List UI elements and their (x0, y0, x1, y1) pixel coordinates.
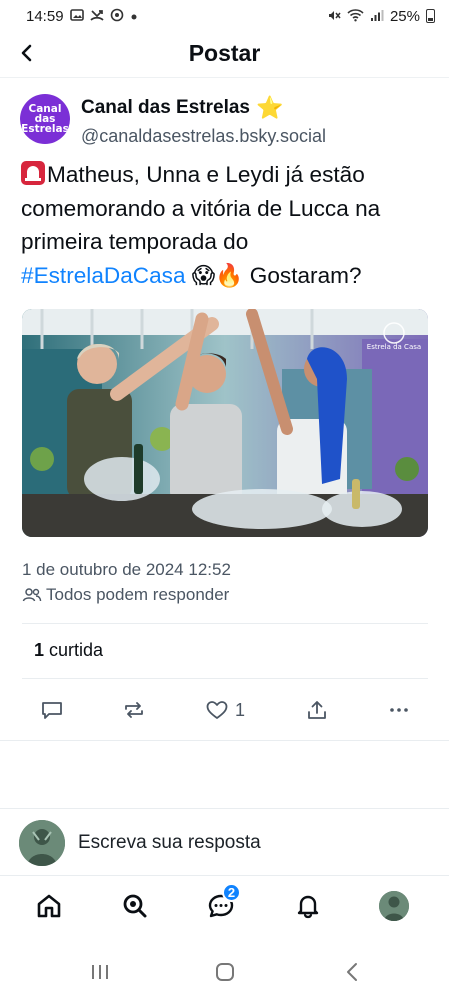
image-watermark: Estrela da Casa (367, 343, 421, 351)
more-button[interactable] (387, 695, 411, 725)
reply-setting-label: Todos podem responder (46, 585, 230, 604)
author-avatar[interactable]: Canal das Estrelas (20, 94, 70, 144)
celebration-photo: Estrela da Casa (22, 309, 428, 537)
post-actions: 1 (0, 695, 449, 725)
home-system-button[interactable] (210, 959, 240, 985)
divider (22, 678, 428, 679)
signal-icon (370, 9, 384, 24)
wifi-icon (347, 8, 364, 24)
nav-search[interactable] (115, 886, 155, 926)
like-count: 1 (235, 699, 246, 720)
back-system-icon (347, 963, 357, 981)
user-avatar (19, 820, 65, 866)
nav-chat[interactable]: 2 (201, 883, 241, 926)
status-bar-left: 14:59 (26, 8, 138, 25)
missed-call-icon (89, 8, 104, 24)
more-icon (390, 708, 408, 712)
reply-input[interactable]: Escreva sua resposta (78, 832, 261, 854)
likes-count[interactable]: 1 curtida (34, 640, 103, 661)
avatar-logo-text-1: Canal das (28, 103, 62, 125)
status-time: 14:59 (26, 7, 64, 25)
post-text-end: Gostaram? (249, 262, 362, 288)
hashtag-link[interactable]: #EstrelaDaCasa (21, 263, 186, 288)
recents-icon (92, 965, 108, 979)
reply-icon (42, 702, 62, 719)
recents-button[interactable] (85, 959, 115, 985)
author-handle[interactable]: @canaldasestrelas.bsky.social (81, 126, 326, 147)
search-icon (123, 894, 147, 918)
battery-percent: 25% (389, 7, 420, 25)
home-icon (37, 894, 61, 918)
vpn-icon (110, 8, 124, 24)
post-text-main: Matheus, Unna e Leydi já estão comemoran… (21, 162, 381, 254)
chat-badge: 2 (222, 883, 241, 902)
gallery-icon (69, 8, 84, 24)
status-bar: 14:59 25% (0, 0, 449, 32)
post-date: 1 de outubro de 2024 12:52 (22, 560, 231, 579)
likes-number: 1 (34, 640, 45, 660)
status-bar-right: 25% (326, 8, 435, 25)
author-name-text: Canal das Estrelas (81, 97, 250, 118)
dot-icon (130, 10, 138, 23)
repost-icon (125, 702, 143, 718)
post-emojis: 😱🔥 (191, 262, 244, 289)
top-header: Postar (0, 32, 449, 78)
author-name[interactable]: Canal das Estrelas ⭐ (81, 97, 283, 119)
divider (22, 623, 428, 624)
nav-home[interactable] (29, 886, 69, 926)
post-text: Matheus, Unna e Leydi já estão comemoran… (21, 158, 436, 293)
bottom-navigation: 2 (0, 876, 449, 938)
divider (0, 740, 449, 741)
mute-icon (326, 8, 341, 25)
system-navigation (0, 945, 449, 1000)
people-icon (22, 588, 42, 602)
home-system-icon (216, 963, 234, 981)
nav-profile[interactable] (374, 886, 414, 926)
bell-icon (297, 895, 319, 919)
share-icon (308, 701, 326, 719)
nav-notifications[interactable] (288, 886, 328, 926)
battery-icon (426, 9, 435, 23)
star-icon: ⭐ (255, 95, 284, 120)
reply-composer[interactable]: Escreva sua resposta (0, 808, 449, 876)
page-title: Postar (188, 40, 261, 66)
repost-button[interactable] (122, 695, 146, 725)
profile-avatar (379, 891, 409, 921)
share-button[interactable] (305, 695, 329, 725)
reply-setting: Todos podem responder (22, 585, 229, 605)
avatar-logo-text-2: Estrelas (21, 123, 69, 135)
back-system-button[interactable] (337, 959, 367, 985)
like-icon (206, 701, 228, 719)
post-image[interactable]: Estrela da Casa (22, 309, 428, 537)
siren-emoji-icon (21, 161, 45, 185)
reply-button[interactable] (40, 695, 64, 725)
like-button[interactable]: 1 (205, 695, 245, 725)
likes-label: curtida (49, 640, 104, 660)
